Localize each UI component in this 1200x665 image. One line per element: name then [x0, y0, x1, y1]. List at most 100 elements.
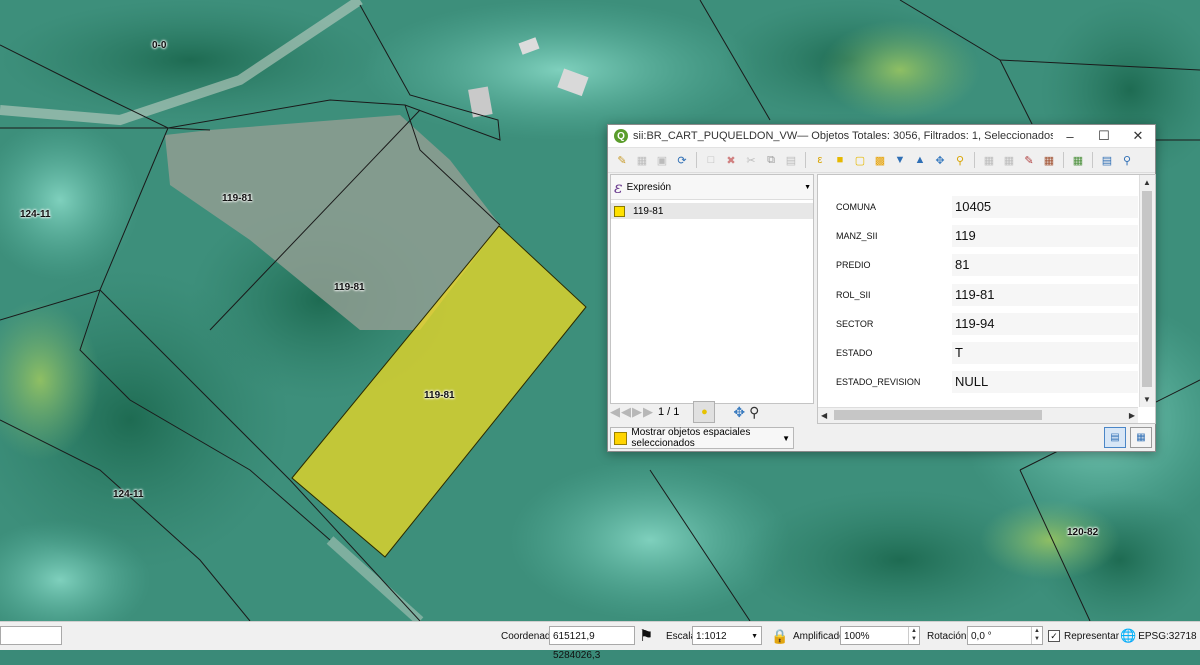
spin-arrows-icon[interactable]: ▲ ▼ — [1031, 627, 1042, 644]
field-label: MANZ_SII — [836, 231, 878, 241]
field-value[interactable]: 119 — [952, 225, 1138, 247]
move-selection-top-icon[interactable]: ▲ — [912, 152, 928, 168]
crs-label: EPSG:32718 — [1138, 630, 1197, 642]
checkbox-check-icon: ✓ — [1048, 630, 1060, 642]
render-checkbox[interactable]: ✓ Representar — [1048, 622, 1119, 650]
horizontal-scrollbar[interactable]: ◀ ▶ — [818, 407, 1138, 423]
crs-button[interactable]: 🌐 EPSG:32718 — [1120, 622, 1197, 650]
last-feature-icon[interactable]: ▶ — [643, 404, 653, 420]
chevron-down-icon: ▼ — [751, 633, 758, 640]
magnifier-value: 100% — [844, 631, 870, 642]
scroll-thumb[interactable] — [1142, 191, 1152, 387]
coordinate-label: Coordenada — [501, 630, 557, 642]
feature-navigation: ◀ ◀ ▶ ▶ 1 / 1 ● ✥ ⚲ — [610, 401, 812, 423]
field-value[interactable]: NULL — [952, 371, 1138, 393]
zoom-icon[interactable]: ⚲ — [749, 404, 759, 421]
highlight-bulb-icon[interactable]: ● — [693, 401, 716, 423]
mouse-coordinate-toggle-icon[interactable]: ⚑ — [639, 622, 653, 650]
rotation-spinbox[interactable]: 0,0 ° ▲ ▼ — [967, 626, 1043, 645]
scroll-up-icon[interactable]: ▲ — [1143, 178, 1151, 187]
dialog-titlebar[interactable]: Q sii:BR_CART_PUQUELDON_VW— Objetos Tota… — [608, 125, 1155, 148]
list-item[interactable]: 119-81 — [611, 203, 813, 219]
minimize-icon[interactable]: – — [1053, 129, 1087, 144]
pan-to-selected-icon[interactable]: ✥ — [932, 152, 948, 168]
list-item-label: 119-81 — [633, 205, 664, 217]
render-label: Representar — [1064, 630, 1120, 642]
conditional-formatting-icon[interactable]: ▦ — [1070, 152, 1086, 168]
delete-field-icon[interactable]: ▦ — [1001, 152, 1017, 168]
expression-selector[interactable]: ε Expresión ▼ — [611, 175, 813, 200]
maximize-icon[interactable]: ☐ — [1087, 128, 1121, 144]
magnifier-spinbox[interactable]: 100% ▲ ▼ — [840, 626, 920, 645]
new-field-icon[interactable]: ▦ — [981, 152, 997, 168]
toolbar-separator — [1063, 152, 1064, 168]
form-row: COMUNA 10405 — [818, 193, 1138, 222]
add-feature-icon[interactable]: □ — [703, 152, 719, 168]
page-indicator: 1 / 1 — [658, 406, 680, 418]
previous-feature-icon[interactable]: ◀ — [621, 404, 631, 420]
spin-arrows-icon[interactable]: ▲ ▼ — [908, 627, 919, 644]
zoom-to-selected-icon[interactable]: ⚲ — [952, 152, 968, 168]
filter-icon[interactable]: ▼ — [892, 152, 908, 168]
dock-table-icon[interactable]: ▤ — [1099, 152, 1115, 168]
parcel-label: 0-0 — [152, 40, 167, 51]
lock-scale-icon[interactable]: 🔒 — [771, 622, 788, 650]
scroll-thumb[interactable] — [834, 410, 1042, 420]
coordinate-field[interactable]: 615121,9 5284026,3 — [549, 626, 635, 661]
form-row: SECTOR 119-94 — [818, 310, 1138, 339]
close-icon[interactable]: ✕ — [1121, 128, 1155, 144]
field-value[interactable]: 119-94 — [952, 313, 1138, 335]
show-selected-dropdown[interactable]: Mostrar objetos espaciales seleccionados… — [610, 427, 794, 449]
save-edits-icon[interactable]: ▣ — [654, 152, 670, 168]
qgis-logo-icon: Q — [614, 129, 628, 143]
parcel-label: 124-11 — [113, 489, 144, 500]
rotation-label: Rotación — [927, 630, 967, 642]
parcel-label: 124-11 — [20, 209, 51, 220]
expression-icon: ε — [614, 177, 623, 197]
field-calculator-icon[interactable]: ▦ — [1041, 152, 1057, 168]
scroll-left-icon[interactable]: ◀ — [821, 411, 827, 420]
field-value[interactable]: 81 — [952, 254, 1138, 276]
delete-feature-icon[interactable]: ✖ — [723, 152, 739, 168]
cut-icon[interactable]: ✂ — [743, 152, 759, 168]
dialog-title: sii:BR_CART_PUQUELDON_VW— Objetos Totale… — [633, 130, 1053, 142]
form-view-icon[interactable]: ▤ — [1104, 427, 1126, 448]
invert-selection-icon[interactable]: ▢ — [852, 152, 868, 168]
copy-icon[interactable]: ⧉ — [763, 152, 779, 168]
field-value[interactable]: 10405 — [952, 196, 1138, 218]
chevron-down-icon: ▼ — [782, 433, 790, 443]
status-bar: Coordenada 615121,9 5284026,3 ⚑ Escala 1… — [0, 621, 1200, 661]
table-icon — [614, 431, 628, 445]
form-row: ESTADO_REVISION NULL — [818, 368, 1138, 397]
deselect-all-icon[interactable]: ▩ — [872, 152, 888, 168]
parcel-label: 119-81 — [424, 390, 455, 401]
toolbar-separator — [974, 152, 975, 168]
select-all-icon[interactable]: ■ — [832, 152, 848, 168]
reload-icon[interactable]: ⟳ — [674, 152, 690, 168]
paste-icon[interactable]: ▤ — [783, 152, 799, 168]
actions-icon[interactable]: ⚲ — [1119, 152, 1135, 168]
scale-combo[interactable]: 1:1012 ▼ — [692, 626, 762, 645]
pan-icon[interactable]: ✥ — [733, 404, 745, 421]
field-label: COMUNA — [836, 202, 876, 212]
multi-edit-icon[interactable]: ▦ — [634, 152, 650, 168]
next-feature-icon[interactable]: ▶ — [632, 404, 642, 420]
expression-label: Expresión — [626, 181, 672, 193]
parcel-label: 119-81 — [334, 282, 365, 293]
table-view-icon[interactable]: ▦ — [1130, 427, 1152, 448]
organize-columns-icon[interactable]: ✎ — [1021, 152, 1037, 168]
attribute-table-dialog[interactable]: Q sii:BR_CART_PUQUELDON_VW— Objetos Tota… — [607, 124, 1156, 452]
select-expression-icon[interactable]: ε — [812, 152, 828, 168]
field-value[interactable]: 119-81 — [952, 284, 1138, 306]
field-label: ESTADO_REVISION — [836, 377, 921, 387]
first-feature-icon[interactable]: ◀ — [610, 404, 620, 420]
scroll-right-icon[interactable]: ▶ — [1129, 411, 1135, 420]
scroll-down-icon[interactable]: ▼ — [1143, 395, 1151, 404]
edit-pencil-icon[interactable]: ✎ — [614, 152, 630, 168]
vertical-scrollbar[interactable]: ▲ ▼ — [1139, 175, 1155, 407]
locator-search-input[interactable] — [0, 626, 62, 645]
toolbar-separator — [696, 152, 697, 168]
globe-icon: 🌐 — [1120, 628, 1137, 643]
scale-value: 1:1012 — [696, 631, 727, 642]
field-value[interactable]: T — [952, 342, 1138, 364]
